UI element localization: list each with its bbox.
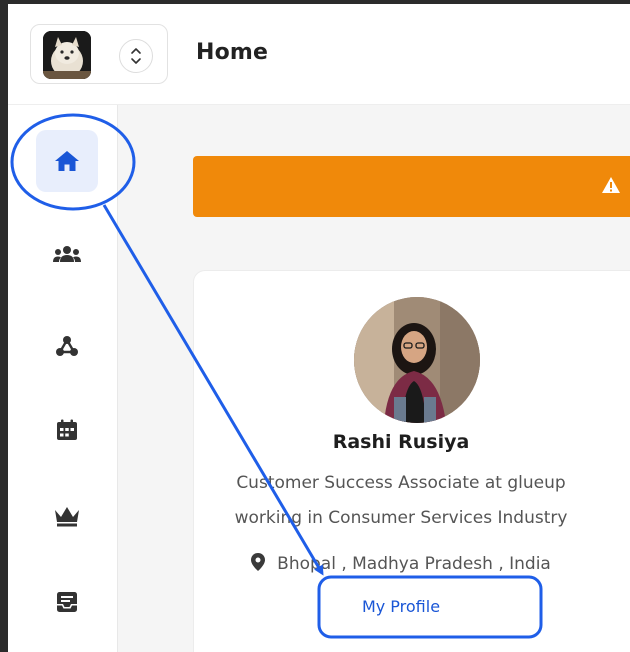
main-content: Rashi Rusiya Customer Success Associate … <box>118 105 630 652</box>
sidebar-item-events[interactable] <box>36 399 98 461</box>
sidebar <box>8 105 118 652</box>
profile-avatar[interactable] <box>354 297 480 423</box>
home-icon <box>55 151 79 171</box>
sidebar-item-members[interactable] <box>36 223 98 285</box>
sidebar-item-premium[interactable] <box>36 485 98 547</box>
crown-icon <box>55 507 79 527</box>
alert-banner <box>193 156 630 217</box>
calendar-icon <box>57 419 77 440</box>
sidebar-item-home[interactable] <box>36 130 98 192</box>
profile-name: Rashi Rusiya <box>332 431 470 453</box>
location-pin-icon <box>251 553 266 571</box>
profile-location: Bhopal , Madhya Pradesh , India <box>194 553 608 574</box>
users-icon <box>53 246 81 262</box>
network-icon <box>56 336 78 356</box>
app-window: Home Rashi Rusiya Customer Success Assoc… <box>0 0 630 652</box>
org-avatar[interactable] <box>43 31 91 79</box>
sidebar-item-network[interactable] <box>36 315 98 377</box>
profile-card: Rashi Rusiya Customer Success Associate … <box>193 270 630 652</box>
inbox-icon <box>57 592 77 612</box>
top-header: Home <box>8 4 630 105</box>
my-profile-link[interactable]: My Profile <box>194 597 608 616</box>
org-switcher[interactable] <box>30 24 168 84</box>
profile-headline: working in Consumer Services Industry <box>234 508 568 528</box>
sidebar-item-inbox[interactable] <box>36 571 98 633</box>
page-title: Home <box>196 40 269 65</box>
location-text: Bhopal , Madhya Pradesh , India <box>277 554 551 574</box>
window-edge <box>0 0 8 652</box>
profile-headline: Customer Success Associate at glueup <box>236 473 566 493</box>
warning-icon <box>602 177 620 193</box>
chevron-up-down-icon[interactable] <box>119 39 153 73</box>
